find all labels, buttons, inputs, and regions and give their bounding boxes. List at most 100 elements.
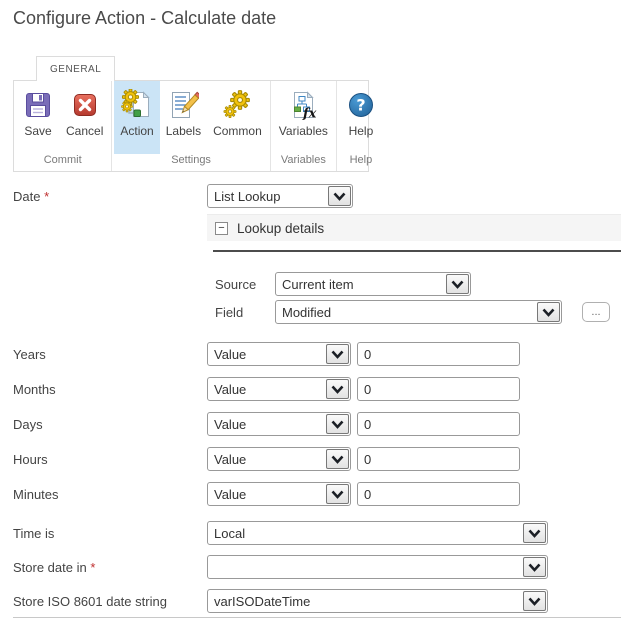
chevron-down-icon [528, 528, 541, 537]
dropdown-arrow[interactable] [326, 414, 349, 434]
ribbon-group-settings: Action Labels Common Settings [112, 81, 271, 171]
common-icon [223, 90, 251, 118]
dropdown-arrow[interactable] [326, 379, 349, 399]
chevron-down-icon [451, 279, 464, 288]
days-value-input[interactable] [357, 412, 520, 436]
field-browse-button[interactable]: ... [582, 302, 610, 322]
save-icon [26, 93, 50, 117]
source-select-value: Current item [282, 276, 354, 292]
variables-icon: fx [294, 91, 317, 121]
ribbon-group-settings-label: Settings [171, 154, 211, 166]
store-iso-select[interactable]: varISODateTime [207, 589, 548, 613]
variables-button[interactable]: fx Variables [273, 81, 334, 154]
minus-icon: − [218, 222, 225, 234]
required-marker: * [44, 189, 50, 204]
dropdown-arrow[interactable] [328, 186, 351, 206]
time-is-label: Time is [13, 526, 55, 541]
cancel-icon [73, 94, 96, 116]
lookup-details-header: − Lookup details [207, 214, 621, 241]
save-button-label: Save [24, 124, 52, 138]
field-label: Field [215, 305, 244, 320]
date-label: Date * [13, 189, 50, 204]
chevron-down-icon [528, 562, 541, 571]
labels-button-label: Labels [165, 124, 202, 138]
hours-label: Hours [13, 452, 48, 467]
dropdown-arrow[interactable] [326, 449, 349, 469]
ribbon-group-commit-label: Commit [43, 154, 82, 166]
minutes-label: Minutes [13, 487, 59, 502]
months-mode-value: Value [214, 381, 247, 397]
years-label: Years [13, 347, 46, 362]
dropdown-arrow[interactable] [523, 523, 546, 543]
ribbon: Save Cancel Commit Action Labels Common … [13, 80, 373, 172]
action-icon [121, 89, 150, 117]
time-is-value: Local [214, 525, 246, 541]
chevron-down-icon [331, 454, 344, 463]
store-iso-value: varISODateTime [214, 593, 311, 609]
ribbon-group-help: ? Help Help [337, 81, 385, 171]
days-label: Days [13, 417, 43, 432]
date-select-value: List Lookup [214, 188, 281, 204]
ribbon-group-variables-buttons: fx Variables [271, 81, 336, 154]
ribbon-group-commit-buttons: Save Cancel [14, 81, 111, 154]
dropdown-arrow[interactable] [326, 484, 349, 504]
chevron-down-icon [331, 349, 344, 358]
labels-button[interactable]: Labels [160, 81, 207, 154]
source-select[interactable]: Current item [275, 272, 471, 296]
cancel-button-label: Cancel [66, 124, 104, 138]
common-button-label: Common [213, 124, 262, 138]
years-mode-value: Value [214, 346, 247, 362]
hours-value-input[interactable] [357, 447, 520, 471]
lookup-details-label: Lookup details [237, 220, 325, 236]
source-label: Source [215, 277, 257, 292]
save-button[interactable]: Save [16, 81, 60, 154]
ribbon-group-commit: Save Cancel Commit [14, 81, 113, 171]
field-select[interactable]: Modified [275, 300, 562, 324]
ribbon-group-variables-label: Variables [280, 154, 326, 166]
field-select-value: Modified [282, 304, 332, 320]
cancel-button[interactable]: Cancel [60, 81, 109, 154]
chevron-down-icon [542, 307, 555, 316]
help-button[interactable]: ? Help [339, 81, 383, 154]
help-icon: ? [348, 93, 373, 117]
section-divider [213, 250, 621, 252]
date-select[interactable]: List Lookup [207, 184, 353, 208]
store-date-in-select[interactable] [207, 555, 548, 579]
chevron-down-icon [331, 419, 344, 428]
time-is-select[interactable]: Local [207, 521, 548, 545]
ribbon-group-settings-buttons: Action Labels Common [112, 81, 269, 154]
tab-general[interactable]: GENERAL [36, 56, 116, 81]
months-label: Months [13, 382, 56, 397]
common-button[interactable]: Common [207, 81, 268, 154]
minutes-value-input[interactable] [357, 482, 520, 506]
dropdown-arrow[interactable] [523, 557, 546, 577]
bottom-divider [13, 617, 621, 618]
months-mode-select[interactable]: Value [207, 377, 351, 401]
chevron-down-icon [331, 384, 344, 393]
years-value-input[interactable] [357, 342, 520, 366]
years-mode-select[interactable]: Value [207, 342, 351, 366]
help-button-label: Help [348, 124, 374, 138]
ribbon-group-help-label: Help [349, 154, 373, 166]
dropdown-arrow[interactable] [446, 274, 469, 294]
chevron-down-icon [333, 191, 346, 200]
minutes-mode-select[interactable]: Value [207, 482, 351, 506]
collapse-toggle[interactable]: − [215, 221, 228, 235]
ribbon-group-help-buttons: ? Help [337, 81, 385, 154]
months-value-input[interactable] [357, 377, 520, 401]
days-mode-value: Value [214, 416, 247, 432]
action-button[interactable]: Action [114, 81, 160, 154]
hours-mode-select[interactable]: Value [207, 447, 351, 471]
days-mode-select[interactable]: Value [207, 412, 351, 436]
minutes-mode-value: Value [214, 486, 247, 502]
dropdown-arrow[interactable] [326, 344, 349, 364]
dropdown-arrow[interactable] [537, 302, 560, 322]
hours-mode-value: Value [214, 451, 247, 467]
ribbon-group-variables: fx Variables Variables [271, 81, 337, 171]
required-marker: * [90, 560, 96, 575]
store-iso-label: Store ISO 8601 date string [13, 594, 167, 609]
svg-text:?: ? [356, 96, 365, 115]
variables-button-label: Variables [278, 124, 328, 138]
dropdown-arrow[interactable] [523, 591, 546, 611]
page-title: Configure Action - Calculate date [13, 8, 277, 28]
